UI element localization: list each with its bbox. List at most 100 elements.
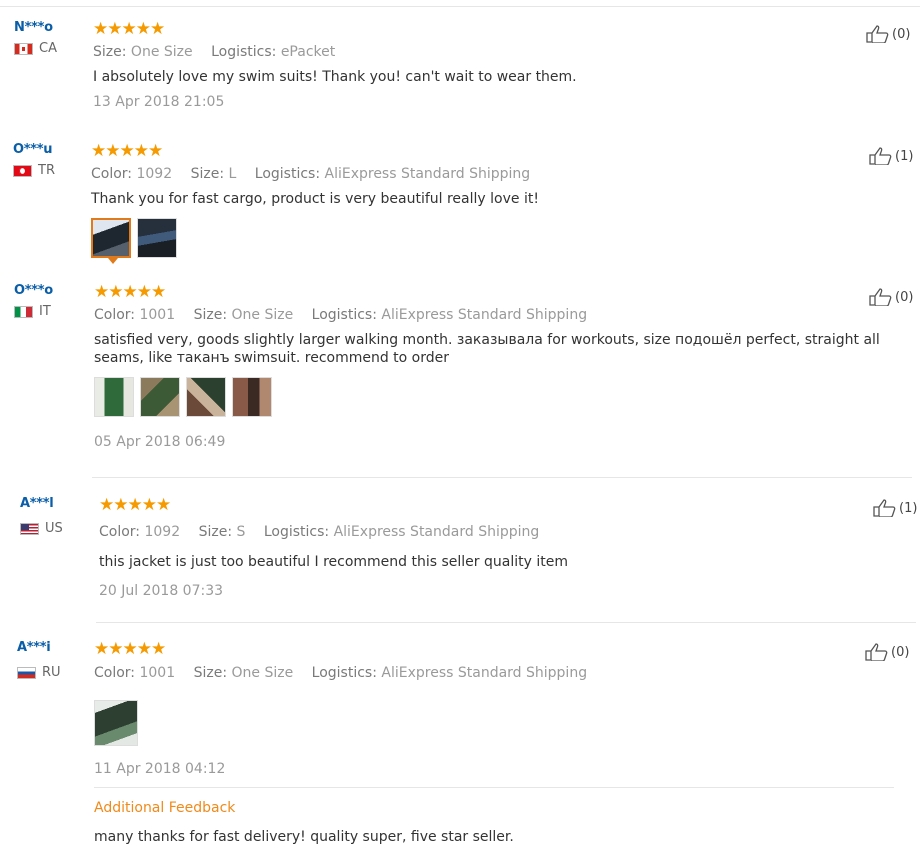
flag-icon xyxy=(13,165,32,177)
reviewer-country: US xyxy=(20,521,63,537)
review-date: 13 Apr 2018 21:05 xyxy=(93,94,225,110)
review-photo[interactable] xyxy=(91,218,131,264)
thumbs-up-icon xyxy=(869,288,892,306)
flag-icon xyxy=(20,523,39,535)
thumbs-up-icon xyxy=(869,147,892,165)
reviewer-country: TR xyxy=(13,163,55,179)
meta-value: ePacket xyxy=(280,44,336,60)
flag-icon xyxy=(14,306,33,318)
review-divider xyxy=(92,477,912,478)
reviewer-country: IT xyxy=(14,304,53,320)
review-date: 20 Jul 2018 07:33 xyxy=(99,583,224,599)
meta-value: AliExpress Standard Shipping xyxy=(324,166,531,182)
review-photo[interactable] xyxy=(94,700,138,746)
additional-feedback-text: many thanks for fast delivery! quality s… xyxy=(94,829,514,845)
star-rating: ★★★★★ xyxy=(99,495,171,515)
thumbs-up-icon xyxy=(865,643,888,661)
helpful-count: (1) xyxy=(899,500,918,516)
country-code: US xyxy=(45,521,63,536)
meta-key: Color: xyxy=(94,307,136,323)
reviewer-name: N***o xyxy=(14,20,53,35)
helpful-button[interactable]: (1) xyxy=(873,499,917,517)
reviewer-info: A***i RU xyxy=(17,640,61,681)
country-code: TR xyxy=(38,163,55,178)
review-photos xyxy=(94,377,894,417)
meta-value: 1092 xyxy=(144,524,181,540)
order-details: Color: 1001 Size: One Size Logistics: Al… xyxy=(94,664,894,682)
meta-value: AliExpress Standard Shipping xyxy=(333,524,540,540)
review-divider xyxy=(96,622,916,623)
reviewer-info: O***o IT xyxy=(14,283,53,320)
review-body: ★★★★★ Color: 1092 Size: S Logistics: Ali… xyxy=(99,496,859,600)
review-photo[interactable] xyxy=(94,377,134,417)
meta-value: 1001 xyxy=(139,665,176,681)
thumbs-up-icon xyxy=(873,499,896,517)
review-photo[interactable] xyxy=(140,377,180,417)
review-date: 11 Apr 2018 04:12 xyxy=(94,761,226,777)
review-body: ★★★★★ Color: 1001 Size: One Size Logisti… xyxy=(94,283,894,451)
meta-key: Size: xyxy=(193,665,228,681)
reviewer-name: A***i xyxy=(17,640,51,655)
helpful-button[interactable]: (0) xyxy=(866,25,910,43)
review-text: satisfied very, goods slightly larger wa… xyxy=(94,332,880,366)
additional-feedback-label: Additional Feedback xyxy=(94,800,236,816)
meta-key: Size: xyxy=(198,524,233,540)
meta-value: One Size xyxy=(130,44,193,60)
feedback-divider xyxy=(94,787,894,788)
star-rating: ★★★★★ xyxy=(91,141,163,161)
helpful-count: (1) xyxy=(895,148,914,164)
meta-value: One Size xyxy=(231,307,294,323)
reviewer-country: CA xyxy=(14,41,57,57)
review-text: I absolutely love my swim suits! Thank y… xyxy=(93,69,577,85)
review-photo[interactable] xyxy=(137,218,177,258)
review-text: this jacket is just too beautiful I reco… xyxy=(99,554,568,570)
review-body: ★★★★★ Size: One Size Logistics: ePacket … xyxy=(93,20,853,111)
reviewer-info: O***u TR xyxy=(13,142,55,179)
review-photos xyxy=(91,218,851,264)
reviewer-name: A***l xyxy=(20,496,54,511)
meta-key: Logistics: xyxy=(311,307,377,323)
meta-key: Size: xyxy=(190,166,225,182)
helpful-button[interactable]: (0) xyxy=(869,288,913,306)
star-rating: ★★★★★ xyxy=(93,19,165,39)
reviewer-info: N***o CA xyxy=(14,20,57,57)
helpful-count: (0) xyxy=(892,26,911,42)
meta-value: 1001 xyxy=(139,307,176,323)
helpful-button[interactable]: (1) xyxy=(869,147,913,165)
meta-value: S xyxy=(236,524,246,540)
meta-value: AliExpress Standard Shipping xyxy=(381,665,588,681)
reviewer-country: RU xyxy=(17,665,61,681)
meta-value: L xyxy=(228,166,237,182)
helpful-count: (0) xyxy=(891,644,910,660)
reviewer-name: O***o xyxy=(14,283,53,298)
meta-key: Logistics: xyxy=(311,665,377,681)
star-rating: ★★★★★ xyxy=(94,282,166,302)
order-details: Color: 1092 Size: S Logistics: AliExpres… xyxy=(99,523,859,541)
country-code: IT xyxy=(39,304,51,319)
reviewer-name: O***u xyxy=(13,142,53,157)
reviewer-info: A***l US xyxy=(20,496,63,537)
flag-icon xyxy=(14,43,33,55)
review-photo[interactable] xyxy=(186,377,226,417)
meta-key: Color: xyxy=(99,524,141,540)
top-divider xyxy=(0,6,920,7)
review-photo[interactable] xyxy=(232,377,272,417)
thumbs-up-icon xyxy=(866,25,889,43)
meta-value: 1092 xyxy=(136,166,173,182)
review-body: ★★★★★ Color: 1001 Size: One Size Logisti… xyxy=(94,640,894,846)
meta-value: AliExpress Standard Shipping xyxy=(381,307,588,323)
helpful-button[interactable]: (0) xyxy=(865,643,909,661)
meta-key: Logistics: xyxy=(254,166,321,182)
meta-key: Size: xyxy=(193,307,228,323)
review-text: Thank you for fast cargo, product is ver… xyxy=(91,191,539,207)
helpful-count: (0) xyxy=(895,289,914,305)
meta-value: One Size xyxy=(231,665,294,681)
order-details: Color: 1001 Size: One Size Logistics: Al… xyxy=(94,306,894,324)
country-code: RU xyxy=(42,665,61,680)
flag-icon xyxy=(17,667,36,679)
order-details: Size: One Size Logistics: ePacket xyxy=(93,43,853,61)
meta-key: Color: xyxy=(91,166,133,182)
meta-key: Logistics: xyxy=(263,524,330,540)
meta-key: Color: xyxy=(94,665,136,681)
review-date: 05 Apr 2018 06:49 xyxy=(94,434,226,450)
